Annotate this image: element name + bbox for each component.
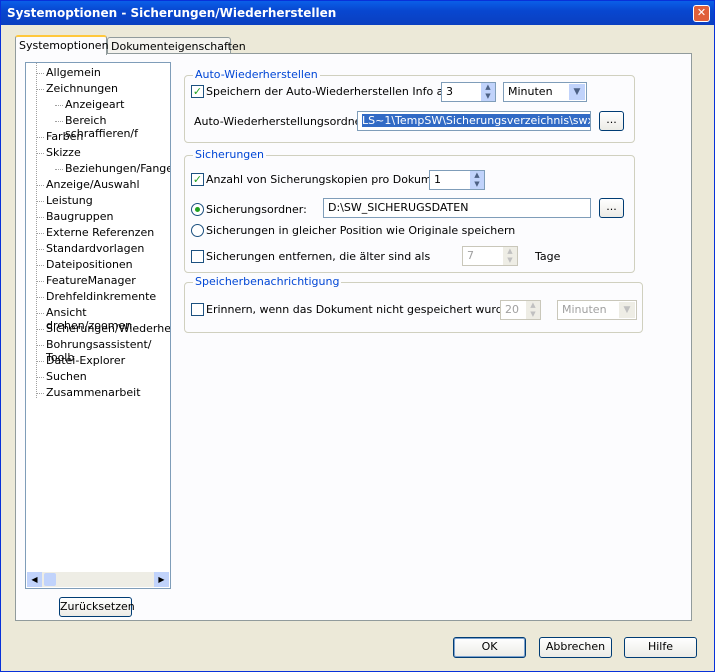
tree-connector	[36, 153, 44, 154]
tree-connector	[36, 249, 44, 250]
tree-item[interactable]: Beziehungen/Fangen	[65, 162, 170, 175]
window-title: Systemoptionen - Sicherungen/Wiederherst…	[7, 6, 337, 20]
copies-stepper[interactable]: 1 ▲ ▼	[429, 170, 485, 190]
tree-item[interactable]: Skizze	[46, 146, 81, 159]
tree-connector	[36, 393, 44, 394]
tree-item[interactable]: Sicherungen/Wiederherst	[46, 322, 170, 335]
backup-folder-label: Sicherungsordner:	[206, 203, 307, 216]
remind-unit-select[interactable]: Minuten ▼	[557, 300, 637, 320]
remind-interval-stepper[interactable]: 20 ▲ ▼	[500, 300, 541, 320]
group-title: Speicherbenachrichtigung	[193, 275, 342, 288]
remove-old-checkbox[interactable]	[191, 250, 204, 263]
tree-connector	[36, 137, 44, 138]
tree-connector	[36, 217, 44, 218]
remind-value: 20	[505, 303, 519, 316]
tree-item[interactable]: Datei-Explorer	[46, 354, 125, 367]
tree-item[interactable]: Allgemein	[46, 66, 101, 79]
options-tree: ◀ ▶ Allgemein Zeichnungen Anzeigeart Bereic…	[25, 62, 171, 589]
tree-item[interactable]: Anzeige/Auswahl	[46, 178, 140, 191]
tree-item[interactable]: Anzeigeart	[65, 98, 124, 111]
close-button[interactable]: ✕	[693, 5, 710, 22]
days-unit-label: Tage	[535, 250, 561, 263]
group-title: Auto-Wiederherstellen	[193, 68, 320, 81]
backup-folder-input[interactable]: D:\SW_SICHERUGSDATEN	[323, 198, 591, 218]
tree-item[interactable]: Standardvorlagen	[46, 242, 144, 255]
tree-item[interactable]: Externe Referenzen	[46, 226, 154, 239]
remind-label: Erinnern, wenn das Dokument nicht gespei…	[206, 303, 537, 316]
auto-folder-value: LS~1\TempSW\Sicherungsverzeichnis\swxaut…	[362, 114, 590, 127]
auto-save-label: Speichern der Auto-Wiederherstellen Info…	[206, 85, 457, 98]
tree-connector	[36, 345, 44, 346]
tree-connector	[55, 169, 63, 170]
tree-item[interactable]: Dateipositionen	[46, 258, 133, 271]
tree-item[interactable]: Drehfeldinkremente	[46, 290, 156, 303]
tree-item[interactable]: Zeichnungen	[46, 82, 118, 95]
tree-line	[36, 63, 37, 398]
tree-connector	[36, 281, 44, 282]
spin-arrows-icon[interactable]: ▲ ▼	[469, 171, 484, 189]
chevron-down-icon[interactable]: ▼	[619, 302, 635, 318]
tree-connector	[36, 361, 44, 362]
interval-stepper[interactable]: 3 ▲ ▼	[441, 82, 496, 102]
auto-folder-browse-button[interactable]: ...	[599, 111, 624, 131]
auto-folder-label: Auto-Wiederherstellungsordner:	[194, 115, 370, 128]
spin-arrows-icon[interactable]: ▲ ▼	[502, 247, 517, 265]
tree-item[interactable]: Baugruppen	[46, 210, 113, 223]
tree-item[interactable]: FeatureManager	[46, 274, 136, 287]
remove-old-label: Sicherungen entfernen, die älter sind al…	[206, 250, 431, 263]
backup-folder-value: D:\SW_SICHERUGSDATEN	[328, 201, 469, 214]
tab-systemoptionen[interactable]: Systemoptionen	[15, 35, 109, 55]
copies-value: 1	[434, 173, 441, 186]
tree-item[interactable]: Leistung	[46, 194, 93, 207]
chevron-down-icon[interactable]: ▼	[569, 84, 585, 100]
tree-connector	[36, 73, 44, 74]
auto-folder-input[interactable]: LS~1\TempSW\Sicherungsverzeichnis\swxaut…	[357, 111, 591, 131]
reset-button[interactable]: Zurücksetzen	[59, 597, 135, 617]
help-button[interactable]: Hilfe	[624, 637, 697, 658]
backup-copies-label: Anzahl von Sicherungskopien pro Dokument…	[206, 173, 454, 186]
tree-connector	[55, 105, 63, 106]
spin-arrows-icon[interactable]: ▲ ▼	[525, 301, 540, 319]
tree-connector	[36, 329, 44, 330]
days-value: 7	[467, 249, 474, 262]
tree-connector	[36, 313, 44, 314]
backup-same-location-radio[interactable]	[191, 224, 204, 237]
remind-checkbox[interactable]	[191, 303, 204, 316]
horizontal-scrollbar[interactable]: ◀ ▶	[27, 572, 169, 587]
ok-button[interactable]: OK	[453, 637, 526, 658]
scroll-right-icon[interactable]: ▶	[154, 572, 169, 587]
tree-item[interactable]: Suchen	[46, 370, 87, 383]
interval-value: 3	[446, 85, 453, 98]
interval-unit-select[interactable]: Minuten ▼	[503, 82, 587, 102]
tree-item[interactable]: Farben	[46, 130, 83, 143]
scroll-left-icon[interactable]: ◀	[27, 572, 42, 587]
tree-connector	[36, 89, 44, 90]
cancel-button[interactable]: Abbrechen	[539, 637, 612, 658]
backup-copies-checkbox[interactable]: ✓	[191, 173, 204, 186]
days-stepper[interactable]: 7 ▲ ▼	[462, 246, 518, 266]
backup-folder-browse-button[interactable]: ...	[599, 198, 624, 218]
tree-connector	[36, 201, 44, 202]
tree-connector	[55, 121, 63, 122]
backup-same-location-label: Sicherungen in gleicher Position wie Ori…	[206, 224, 516, 237]
tree-connector	[36, 233, 44, 234]
tree-connector	[36, 265, 44, 266]
tree-connector	[36, 185, 44, 186]
auto-save-checkbox[interactable]: ✓	[191, 85, 204, 98]
group-title: Sicherungen	[193, 148, 267, 161]
scroll-thumb[interactable]	[44, 573, 56, 586]
backup-folder-radio[interactable]	[191, 203, 204, 216]
spin-arrows-icon[interactable]: ▲ ▼	[480, 83, 495, 101]
title-bar: Systemoptionen - Sicherungen/Wiederherst…	[1, 1, 714, 25]
tree-connector	[36, 377, 44, 378]
unit-value: Minuten	[508, 85, 553, 98]
options-dialog: Systemoptionen - Sicherungen/Wiederherst…	[0, 0, 715, 672]
remind-unit-value: Minuten	[562, 303, 607, 316]
tree-item[interactable]: Zusammenarbeit	[46, 386, 141, 399]
tree-connector	[36, 297, 44, 298]
